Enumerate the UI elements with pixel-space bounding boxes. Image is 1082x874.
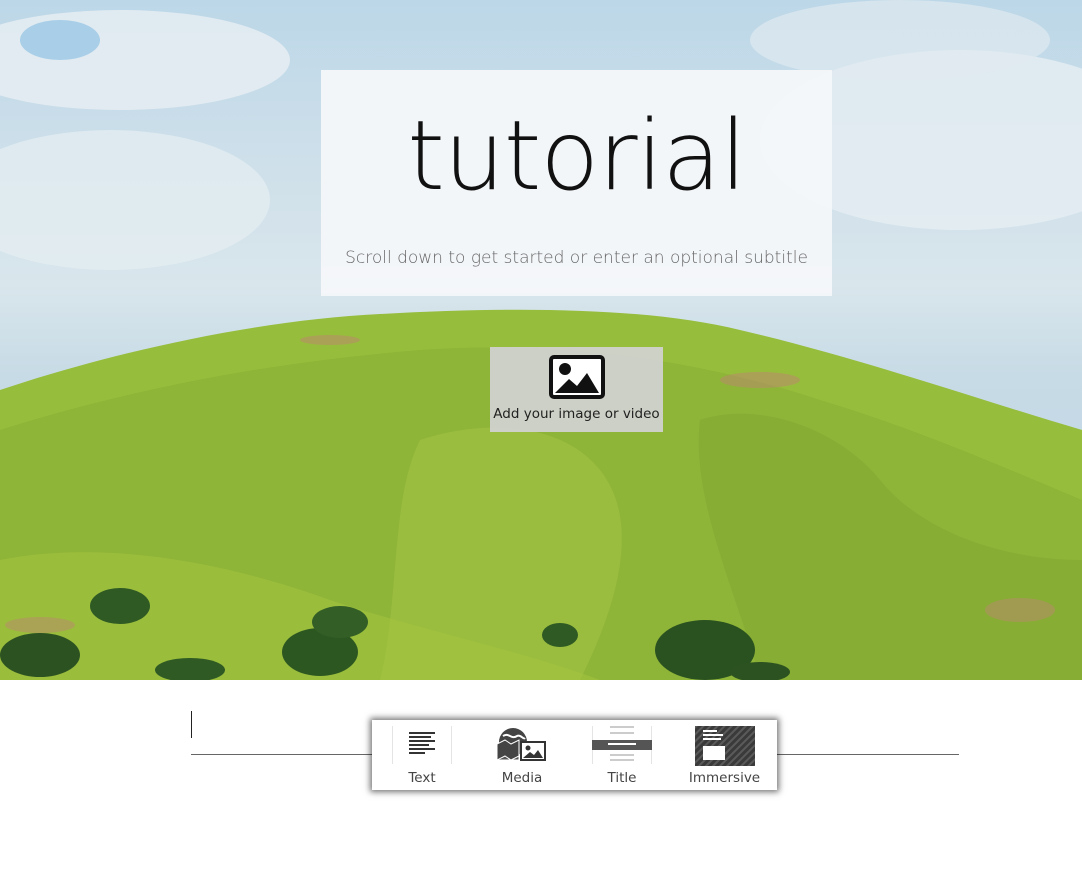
story-title[interactable]: tutorial: [321, 108, 832, 204]
hero-background: tutorial Scroll down to get started or e…: [0, 0, 1082, 680]
insert-text-button[interactable]: Text: [392, 720, 452, 790]
add-media-button[interactable]: Add your image or video: [490, 347, 663, 432]
insert-immersive-button[interactable]: Immersive: [688, 720, 761, 790]
insert-media-label: Media: [501, 770, 543, 786]
insert-text-label: Text: [408, 770, 436, 786]
title-block-icon: [592, 726, 652, 767]
title-card: tutorial Scroll down to get started or e…: [321, 70, 832, 296]
immersive-block-icon: [695, 726, 755, 771]
text-cursor: [191, 711, 192, 738]
block-insert-toolbar: Text Media Title Immersive: [372, 720, 777, 790]
insert-media-button[interactable]: Media: [492, 720, 552, 790]
media-globe-icon: [496, 726, 547, 767]
insert-immersive-label: Immersive: [688, 770, 761, 786]
insert-title-label: Title: [607, 770, 637, 786]
insert-title-button[interactable]: Title: [592, 720, 652, 790]
add-media-label: Add your image or video: [493, 406, 660, 422]
story-subtitle[interactable]: Scroll down to get started or enter an o…: [321, 248, 832, 268]
text-block-icon: [408, 726, 436, 761]
